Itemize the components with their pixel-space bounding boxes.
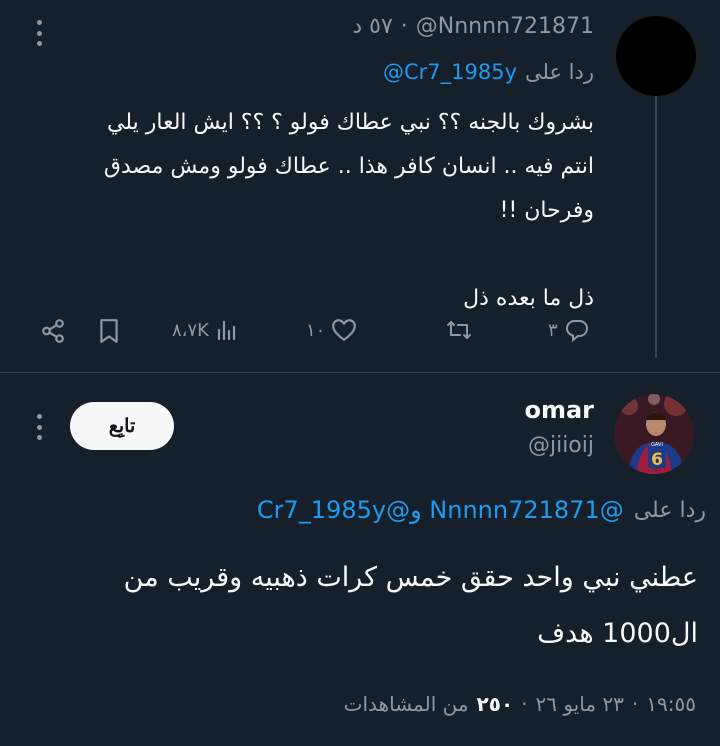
tweet-line: وفرحان !! (499, 198, 594, 223)
like-button[interactable]: ١٠ (306, 318, 357, 342)
tweet-text: عطني نبي واحد حقق خمس كرات ذهبيه وقريب م… (18, 550, 698, 662)
tweet-time[interactable]: ١٩:٥٥ (646, 692, 696, 716)
views-count: ٨،٧K (172, 319, 209, 341)
views-label: من المشاهدات (343, 692, 469, 716)
divider (0, 372, 720, 373)
share-icon (42, 319, 64, 343)
like-icon (332, 319, 357, 342)
separator: · (521, 692, 528, 716)
reply-to-line: ردا على @Nnnnn721871 و@Cr7_1985y (257, 496, 706, 524)
reply-to-label: ردا على (525, 60, 594, 84)
like-count: ١٠ (306, 319, 326, 341)
more-icon[interactable] (36, 414, 42, 440)
reply-icon (565, 320, 588, 342)
retweet-button[interactable] (444, 318, 480, 342)
author-handle[interactable]: @jiioij (524, 430, 594, 462)
follow-button[interactable]: تابِع (70, 402, 174, 450)
tweet-date[interactable]: ٢٣ مايو ٢٦ (536, 692, 624, 716)
reply-to-label: ردا على (633, 497, 706, 523)
svg-text:6: 6 (651, 450, 663, 470)
retweet-icon (447, 321, 471, 339)
avatar[interactable] (616, 16, 696, 96)
avatar[interactable]: 6 GAVI (614, 394, 694, 474)
tweet-line (24, 233, 594, 277)
reply-button[interactable]: ٣ (548, 318, 590, 342)
views-icon (217, 320, 236, 341)
tweet-actions: ٣ ١٠ ٨،٧K (0, 314, 720, 354)
tweet-header: ٥٧ د · @Nnnnn721871 (352, 14, 594, 39)
reply-to-handle[interactable]: @Cr7_1985y (383, 60, 517, 84)
views-count: ٢٥٠ (476, 692, 514, 716)
tweet-line: ال1000 هدف (537, 618, 698, 649)
tweet-line: عطني نبي واحد حقق خمس كرات ذهبيه وقريب م… (123, 562, 698, 593)
bookmark-button[interactable] (98, 318, 120, 344)
reply-to-handles[interactable]: @Nnnnn721871 و@Cr7_1985y (257, 496, 624, 524)
reply-count: ٣ (548, 319, 558, 341)
bookmark-icon (100, 319, 118, 343)
tweet-line: انتم فيه .. انسان كافر هذا .. عطاك فولو … (103, 154, 594, 179)
share-button[interactable] (40, 318, 66, 344)
tweet-text: بشروك بالجنه ؟؟ نبي عطاك فولو ؟ ؟؟ ايش ا… (24, 101, 594, 321)
separator: · (400, 14, 408, 39)
tweet-line: بشروك بالجنه ؟؟ نبي عطاك فولو ؟ ؟؟ ايش ا… (107, 110, 594, 135)
more-icon[interactable] (36, 20, 42, 46)
reply-to-line: ردا على @Cr7_1985y (383, 60, 594, 84)
separator: · (631, 692, 639, 716)
display-name[interactable]: omar (524, 394, 594, 426)
tweet-time[interactable]: ٥٧ د (352, 14, 392, 39)
author-info[interactable]: omar @jiioij (524, 394, 594, 462)
author-handle[interactable]: @Nnnnn721871 (416, 14, 594, 39)
tweet-meta: ١٩:٥٥ · ٢٣ مايو ٢٦ · ٢٥٠ من المشاهدات (344, 692, 696, 716)
views-button[interactable]: ٨،٧K (172, 318, 239, 342)
svg-text:GAVI: GAVI (651, 442, 663, 448)
